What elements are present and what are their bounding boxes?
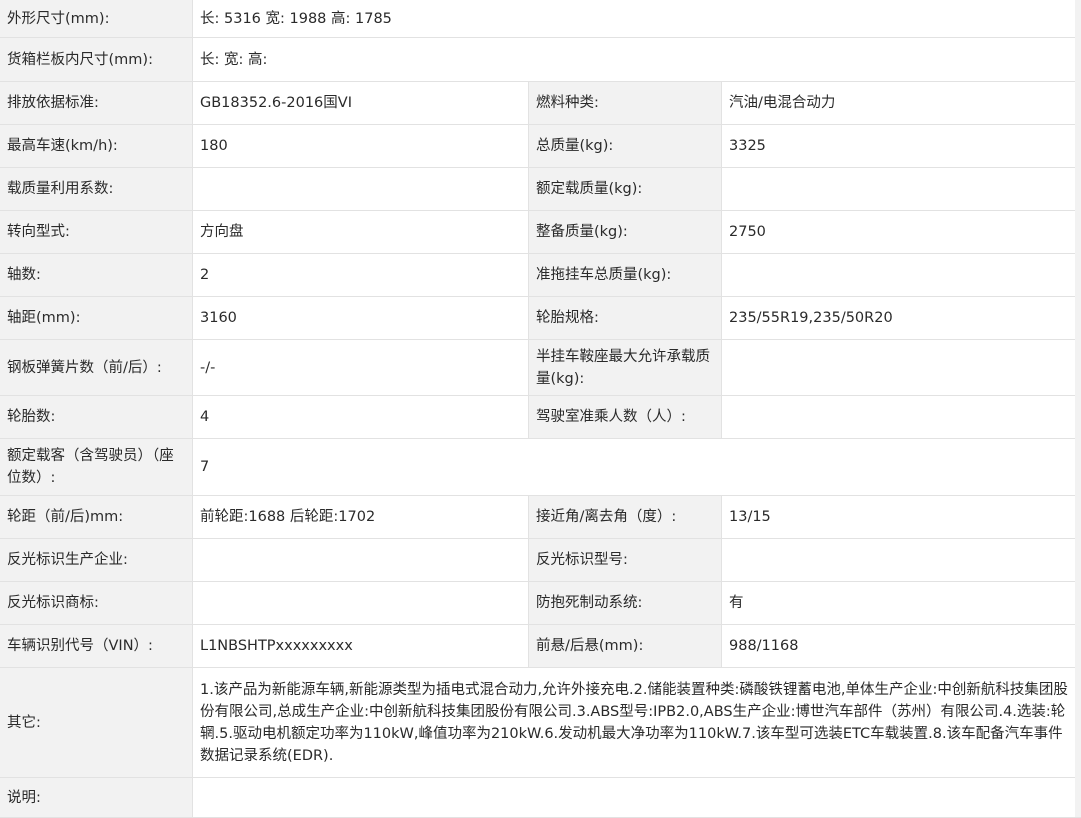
seats-label: 额定载客（含驾驶员）（座位数）: <box>0 438 193 496</box>
trailer-mass-value <box>721 253 1081 297</box>
emission-value: GB18352.6-2016国VI <box>192 81 529 125</box>
table-row: 载质量利用系数: 额定载质量(kg): <box>0 167 1081 211</box>
right-edge-strip <box>1075 0 1081 817</box>
fuel-type-label: 燃料种类: <box>528 81 722 125</box>
max-speed-label: 最高车速(km/h): <box>0 124 193 168</box>
seats-value: 7 <box>192 438 1081 496</box>
table-row: 排放依据标准: GB18352.6-2016国VI 燃料种类: 汽油/电混合动力 <box>0 81 1081 125</box>
table-row: 额定载客（含驾驶员）（座位数）: 7 <box>0 438 1081 496</box>
tire-count-label: 轮胎数: <box>0 395 193 439</box>
curb-mass-label: 整备质量(kg): <box>528 210 722 254</box>
saddle-load-label: 半挂车鞍座最大允许承载质量(kg): <box>528 339 722 396</box>
cab-occupants-label: 驾驶室准乘人数（人）: <box>528 395 722 439</box>
reflect-model-label: 反光标识型号: <box>528 538 722 582</box>
track-label: 轮距（前/后)mm: <box>0 495 193 539</box>
abs-value: 有 <box>721 581 1081 625</box>
vehicle-spec-table: 外形尺寸(mm): 长: 5316 宽: 1988 高: 1785 货箱栏板内尺… <box>0 0 1081 818</box>
outer-size-label: 外形尺寸(mm): <box>0 0 193 38</box>
table-row: 轴距(mm): 3160 轮胎规格: 235/55R19,235/50R20 <box>0 296 1081 340</box>
reflect-maker-value <box>192 538 529 582</box>
curb-mass-value: 2750 <box>721 210 1081 254</box>
trailer-mass-label: 准拖挂车总质量(kg): <box>528 253 722 297</box>
table-row: 转向型式: 方向盘 整备质量(kg): 2750 <box>0 210 1081 254</box>
load-coef-value <box>192 167 529 211</box>
table-row: 钢板弹簧片数（前/后）: -/- 半挂车鞍座最大允许承载质量(kg): <box>0 339 1081 396</box>
rated-load-label: 额定载质量(kg): <box>528 167 722 211</box>
vin-value: L1NBSHTPxxxxxxxxx <box>192 624 529 668</box>
tire-spec-label: 轮胎规格: <box>528 296 722 340</box>
steering-label: 转向型式: <box>0 210 193 254</box>
table-row: 说明: <box>0 777 1081 818</box>
table-row: 轮胎数: 4 驾驶室准乘人数（人）: <box>0 395 1081 439</box>
gross-mass-value: 3325 <box>721 124 1081 168</box>
reflect-brand-value <box>192 581 529 625</box>
table-row: 反光标识生产企业: 反光标识型号: <box>0 538 1081 582</box>
table-row: 最高车速(km/h): 180 总质量(kg): 3325 <box>0 124 1081 168</box>
wheelbase-value: 3160 <box>192 296 529 340</box>
other-value: 1.该产品为新能源车辆,新能源类型为插电式混合动力,允许外接充电.2.储能装置种… <box>192 667 1081 778</box>
abs-label: 防抱死制动系统: <box>528 581 722 625</box>
table-row: 轮距（前/后)mm: 前轮距:1688 后轮距:1702 接近角/离去角（度）:… <box>0 495 1081 539</box>
max-speed-value: 180 <box>192 124 529 168</box>
table-row: 货箱栏板内尺寸(mm): 长: 宽: 高: <box>0 37 1081 82</box>
overhang-value: 988/1168 <box>721 624 1081 668</box>
outer-size-value: 长: 5316 宽: 1988 高: 1785 <box>192 0 1081 38</box>
cargo-size-value: 长: 宽: 高: <box>192 37 1081 82</box>
reflect-model-value <box>721 538 1081 582</box>
steering-value: 方向盘 <box>192 210 529 254</box>
reflect-maker-label: 反光标识生产企业: <box>0 538 193 582</box>
load-coef-label: 载质量利用系数: <box>0 167 193 211</box>
fuel-type-value: 汽油/电混合动力 <box>721 81 1081 125</box>
approach-angle-label: 接近角/离去角（度）: <box>528 495 722 539</box>
table-row: 反光标识商标: 防抱死制动系统: 有 <box>0 581 1081 625</box>
emission-label: 排放依据标准: <box>0 81 193 125</box>
overhang-label: 前悬/后悬(mm): <box>528 624 722 668</box>
reflect-brand-label: 反光标识商标: <box>0 581 193 625</box>
notes-label: 说明: <box>0 777 193 818</box>
wheelbase-label: 轴距(mm): <box>0 296 193 340</box>
gross-mass-label: 总质量(kg): <box>528 124 722 168</box>
table-row: 车辆识别代号（VIN）: L1NBSHTPxxxxxxxxx 前悬/后悬(mm)… <box>0 624 1081 668</box>
axles-value: 2 <box>192 253 529 297</box>
table-row: 轴数: 2 准拖挂车总质量(kg): <box>0 253 1081 297</box>
saddle-load-value <box>721 339 1081 396</box>
table-row: 其它: 1.该产品为新能源车辆,新能源类型为插电式混合动力,允许外接充电.2.储… <box>0 667 1081 778</box>
vin-label: 车辆识别代号（VIN）: <box>0 624 193 668</box>
cab-occupants-value <box>721 395 1081 439</box>
tire-spec-value: 235/55R19,235/50R20 <box>721 296 1081 340</box>
other-label: 其它: <box>0 667 193 778</box>
spring-leaves-label: 钢板弹簧片数（前/后）: <box>0 339 193 396</box>
axles-label: 轴数: <box>0 253 193 297</box>
approach-angle-value: 13/15 <box>721 495 1081 539</box>
table-row: 外形尺寸(mm): 长: 5316 宽: 1988 高: 1785 <box>0 0 1081 38</box>
notes-value <box>192 777 1081 818</box>
rated-load-value <box>721 167 1081 211</box>
cargo-size-label: 货箱栏板内尺寸(mm): <box>0 37 193 82</box>
tire-count-value: 4 <box>192 395 529 439</box>
spring-leaves-value: -/- <box>192 339 529 396</box>
track-value: 前轮距:1688 后轮距:1702 <box>192 495 529 539</box>
